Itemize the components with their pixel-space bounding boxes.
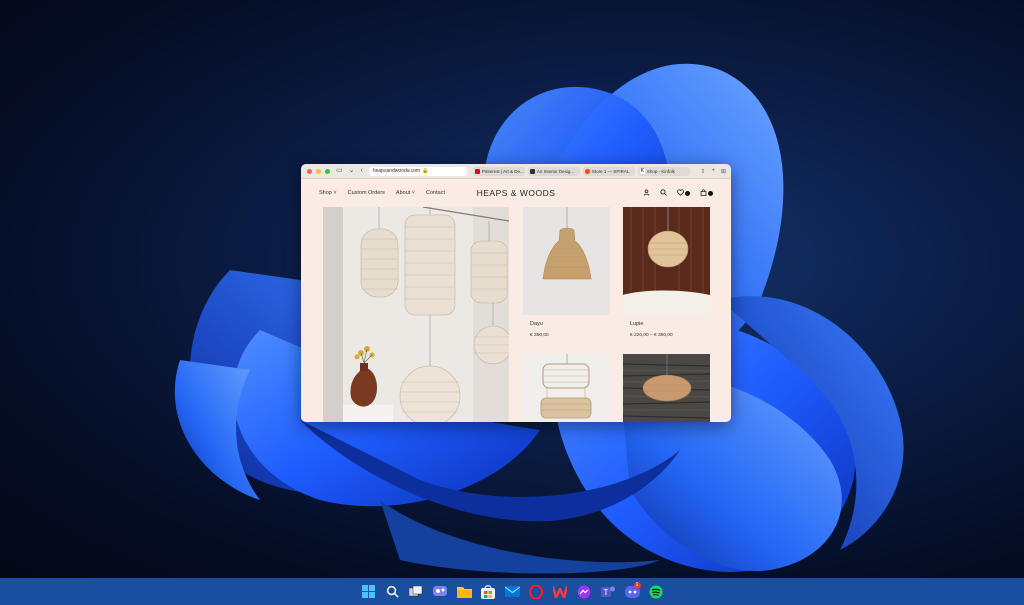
product-grid: Dayu € 350,00 Lupie € 220,00 – € 350,00 bbox=[301, 206, 731, 422]
svg-text:T: T bbox=[604, 588, 609, 597]
product-image[interactable] bbox=[623, 207, 710, 315]
product-image[interactable] bbox=[623, 354, 710, 422]
grid-icon[interactable]: ⊞ bbox=[721, 168, 726, 175]
product-image[interactable] bbox=[523, 354, 610, 422]
nav-custom-orders[interactable]: Custom Orders bbox=[348, 190, 385, 196]
task-view-icon[interactable] bbox=[407, 582, 426, 601]
notification-badge: 1 bbox=[633, 582, 641, 589]
site-favicon-icon bbox=[529, 168, 535, 174]
tab-interior-design[interactable]: An Interior Desig... bbox=[527, 166, 580, 176]
mail-icon[interactable] bbox=[503, 582, 522, 601]
teams-icon[interactable]: T bbox=[599, 582, 618, 601]
microsoft-store-icon[interactable] bbox=[479, 582, 498, 601]
tab-spiral[interactable]: Store 1 — SPIRAL bbox=[582, 166, 635, 176]
search-icon[interactable] bbox=[383, 582, 402, 601]
bag-icon[interactable] bbox=[700, 188, 713, 198]
sidebar-icon[interactable]: ▭ bbox=[336, 164, 343, 178]
product-price: € 220,00 – € 350,00 bbox=[630, 333, 673, 338]
wishlist-count-badge bbox=[685, 191, 690, 197]
nav-contact[interactable]: Contact bbox=[426, 190, 445, 196]
tab-pinterest[interactable]: Pinterest | Art & De... bbox=[472, 166, 525, 176]
lupie-lamp-photo bbox=[623, 207, 710, 315]
tab-bar: Pinterest | Art & De... An Interior Desi… bbox=[472, 166, 690, 176]
nav-about[interactable]: About ˅ bbox=[396, 190, 415, 196]
search-icon[interactable] bbox=[660, 188, 667, 198]
spiral-icon bbox=[584, 168, 590, 174]
site-header: Shop ˅ Custom Orders About ˅ Contact HEA… bbox=[301, 179, 731, 207]
hero-image[interactable] bbox=[323, 207, 509, 422]
pinterest-icon bbox=[474, 168, 480, 174]
file-explorer-icon[interactable] bbox=[455, 582, 474, 601]
chevron-down-icon[interactable]: ⌄ bbox=[349, 164, 355, 178]
windows-start-icon[interactable] bbox=[359, 582, 378, 601]
messenger-icon[interactable] bbox=[575, 582, 594, 601]
site-nav: Shop ˅ Custom Orders About ˅ Contact bbox=[319, 190, 445, 196]
browser-window: ▭ ⌄ ‹ heapsandwoods.com 🔒 Pinterest | Ar… bbox=[301, 164, 731, 422]
tab-label: An Interior Desig... bbox=[536, 168, 575, 174]
stone-wall-lamp-photo bbox=[623, 354, 710, 422]
wps-office-icon[interactable] bbox=[551, 582, 570, 601]
spotify-icon[interactable] bbox=[647, 582, 666, 601]
discord-icon[interactable]: 1 bbox=[623, 582, 642, 601]
dayu-lamp-photo bbox=[523, 207, 610, 315]
heart-icon[interactable] bbox=[677, 188, 690, 198]
cart-count-badge bbox=[708, 191, 713, 197]
kinfolk-icon: K bbox=[639, 167, 645, 174]
lock-icon: 🔒 bbox=[422, 168, 429, 174]
taskbar: T 1 bbox=[0, 578, 1024, 605]
teams-chat-icon[interactable] bbox=[431, 582, 450, 601]
address-bar[interactable]: heapsandwoods.com 🔒 bbox=[368, 166, 467, 176]
nav-label: About bbox=[395, 190, 411, 196]
chevron-left-icon[interactable]: ‹ bbox=[361, 164, 363, 178]
tiered-lamp-photo bbox=[523, 354, 610, 422]
product-card[interactable] bbox=[623, 354, 710, 422]
user-icon[interactable] bbox=[643, 188, 650, 198]
close-button[interactable] bbox=[307, 168, 312, 174]
product-card[interactable]: Lupie € 220,00 – € 350,00 bbox=[623, 207, 710, 338]
product-name[interactable]: Lupie bbox=[630, 321, 710, 327]
share-icon[interactable]: ⇪ bbox=[700, 168, 705, 175]
product-price: € 350,00 bbox=[530, 333, 549, 338]
browser-toolbar: ▭ ⌄ ‹ heapsandwoods.com 🔒 Pinterest | Ar… bbox=[301, 164, 731, 179]
product-card[interactable] bbox=[523, 354, 610, 422]
window-controls bbox=[307, 168, 330, 174]
tab-label: Pinterest | Art & De... bbox=[481, 168, 524, 174]
tab-kinfolk[interactable]: K Shop - Kinfolk bbox=[637, 166, 690, 176]
nav-shop[interactable]: Shop ˅ bbox=[319, 190, 337, 196]
opera-icon[interactable] bbox=[527, 582, 546, 601]
address-text: heapsandwoods.com bbox=[372, 168, 421, 174]
plus-icon[interactable]: + bbox=[711, 168, 715, 175]
tab-label: Shop - Kinfolk bbox=[646, 168, 675, 174]
product-image[interactable] bbox=[523, 207, 610, 315]
lantern-photo bbox=[323, 207, 509, 422]
zoom-button[interactable] bbox=[325, 168, 330, 174]
nav-label: Shop bbox=[319, 190, 332, 196]
tab-label: Store 1 — SPIRAL bbox=[591, 168, 630, 174]
product-name[interactable]: Dayu bbox=[530, 321, 610, 327]
product-card[interactable]: Dayu € 350,00 bbox=[523, 207, 610, 338]
minimize-button[interactable] bbox=[316, 168, 321, 174]
